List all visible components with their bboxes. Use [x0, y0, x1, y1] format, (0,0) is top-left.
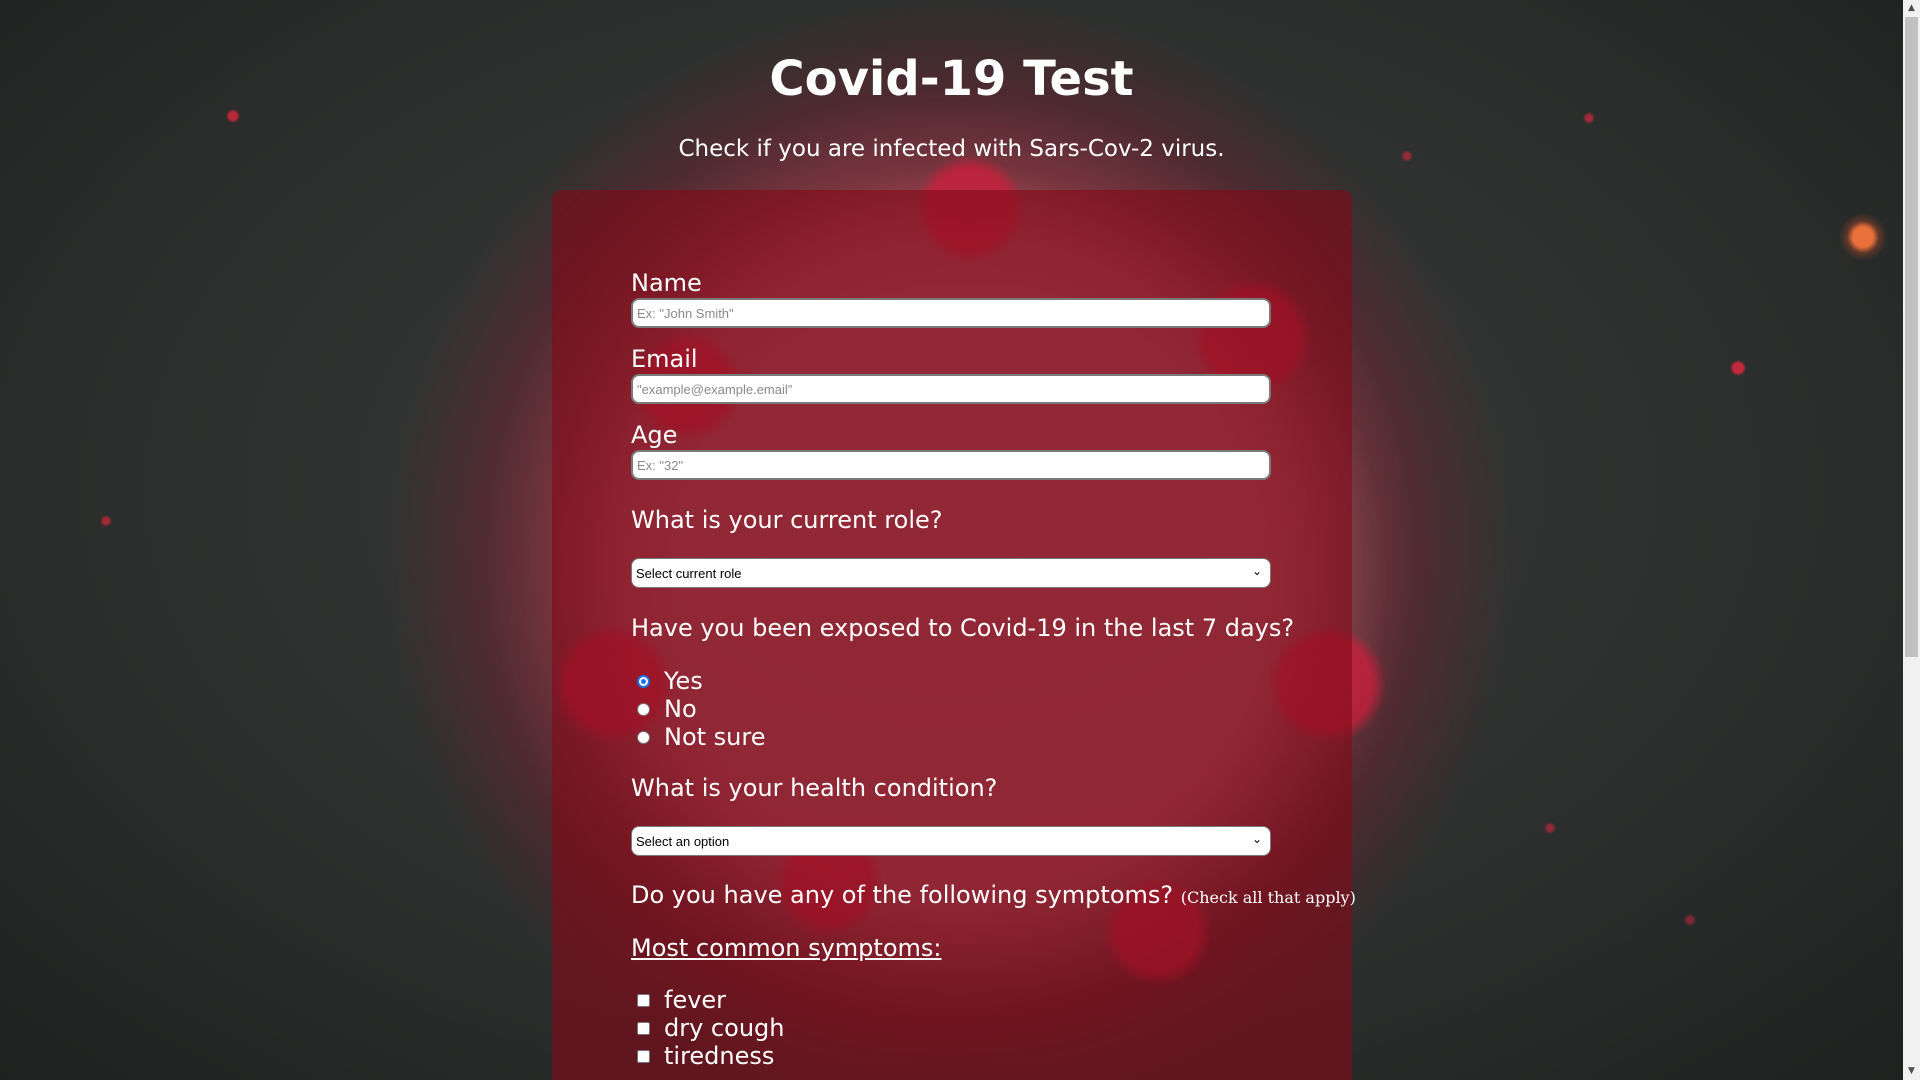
page-header: Covid-19 Test Check if you are infected …: [0, 0, 1903, 164]
symptom-fever[interactable]: fever: [637, 986, 726, 1014]
symptom-label: fever: [664, 986, 727, 1014]
exposure-option-not-sure[interactable]: Not sure: [637, 723, 766, 751]
chevron-down-icon: ⌄: [1251, 832, 1262, 846]
role-select[interactable]: Select current role ⌄: [631, 558, 1271, 588]
exposure-option-label: Not sure: [664, 723, 766, 751]
radio-yes[interactable]: [637, 674, 650, 688]
age-label: Age: [631, 421, 678, 449]
exposure-option-yes[interactable]: Yes: [637, 667, 703, 695]
exposure-option-no[interactable]: No: [637, 695, 697, 723]
role-question: What is your current role?: [631, 506, 943, 534]
health-select[interactable]: Select an option ⌄: [631, 826, 1271, 856]
exposure-option-label: No: [664, 695, 697, 723]
name-input[interactable]: [631, 298, 1271, 328]
name-label: Name: [631, 269, 702, 297]
exposure-option-label: Yes: [664, 667, 703, 695]
scroll-up-arrow-icon[interactable]: ▲: [1903, 0, 1920, 17]
symptom-label: dry cough: [664, 1014, 785, 1042]
exposure-question: Have you been exposed to Covid-19 in the…: [631, 614, 1295, 642]
email-input[interactable]: [631, 374, 1271, 404]
chevron-down-icon: ⌄: [1251, 564, 1262, 578]
page-scrollbar[interactable]: ▲ ▼: [1903, 0, 1920, 1080]
symptom-label: tiredness: [664, 1042, 775, 1070]
symptom-tiredness[interactable]: tiredness: [637, 1042, 774, 1070]
survey-form: Name Email Age What is your current role…: [552, 190, 1356, 1080]
role-select-value: Select current role: [636, 566, 742, 581]
age-input[interactable]: [631, 450, 1271, 480]
common-symptoms-heading: Most common symptoms:: [631, 934, 942, 962]
symptom-dry-cough[interactable]: dry cough: [637, 1014, 784, 1042]
health-question: What is your health condition?: [631, 774, 998, 802]
scroll-down-arrow-icon[interactable]: ▼: [1903, 1063, 1920, 1080]
scrollbar-thumb[interactable]: [1905, 17, 1918, 657]
radio-not-sure[interactable]: [637, 730, 650, 744]
symptoms-question-text: Do you have any of the following symptom…: [631, 881, 1174, 909]
checkbox-fever[interactable]: [637, 993, 650, 1007]
symptoms-note: (Check all that apply): [1180, 888, 1356, 907]
checkbox-tiredness[interactable]: [637, 1049, 650, 1063]
email-label: Email: [631, 345, 698, 373]
health-select-value: Select an option: [636, 834, 730, 849]
symptoms-question: Do you have any of the following symptom…: [631, 880, 1356, 913]
radio-no[interactable]: [637, 702, 650, 716]
page-subtitle: Check if you are infected with Sars-Cov-…: [678, 136, 1225, 162]
page-title: Covid-19 Test: [769, 51, 1134, 107]
checkbox-dry-cough[interactable]: [637, 1021, 650, 1035]
